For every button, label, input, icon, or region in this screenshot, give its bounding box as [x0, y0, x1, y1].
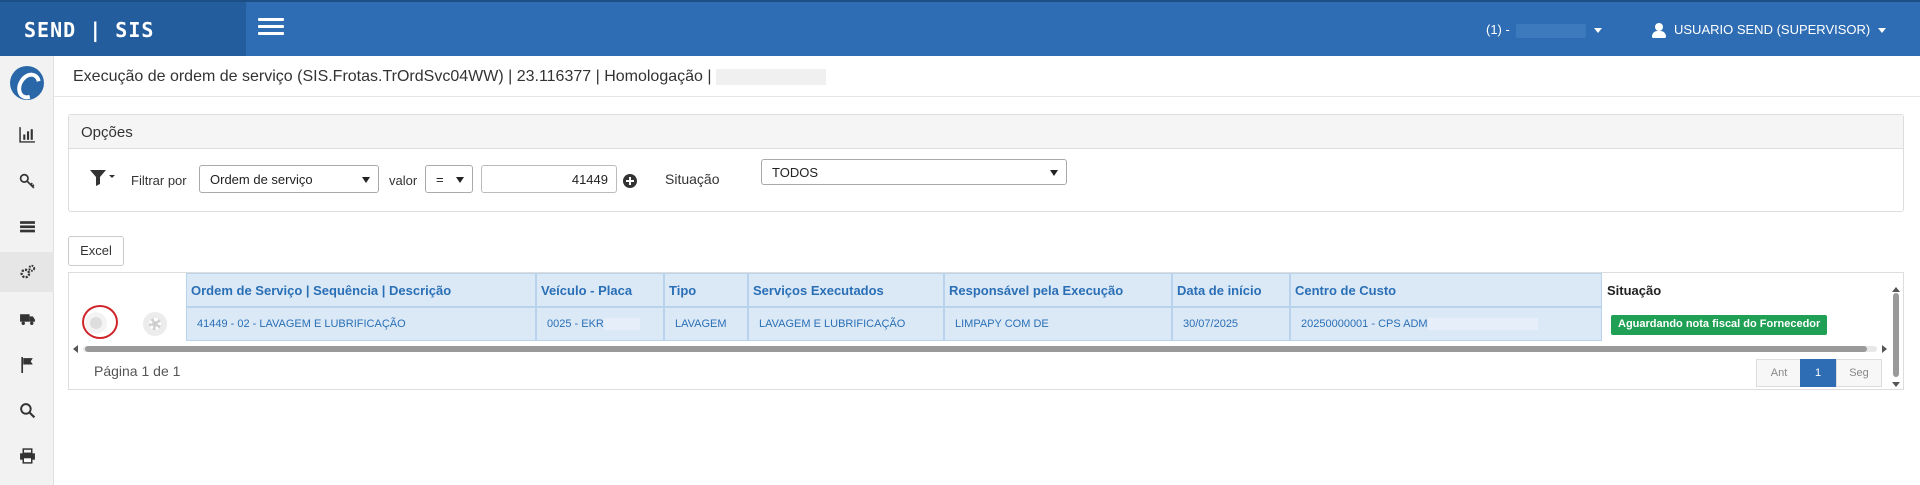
chevron-down-icon	[362, 177, 370, 183]
pager-label: Página 1 de 1	[94, 363, 181, 379]
scroll-down-icon[interactable]	[1892, 382, 1900, 387]
redacted-environment	[715, 68, 826, 85]
filter-field-value: Ordem de serviço	[210, 172, 313, 187]
scroll-thumb[interactable]	[85, 346, 1867, 352]
user-label: USUARIO SEND (SUPERVISOR)	[1674, 22, 1871, 37]
column-header[interactable]: Data de início	[1172, 273, 1290, 307]
actions-header	[69, 273, 186, 307]
print-icon[interactable]	[0, 436, 54, 476]
situation-select[interactable]: TODOS	[761, 159, 1067, 185]
gears-icon[interactable]	[0, 252, 54, 292]
vertical-scrollbar[interactable]	[1891, 287, 1901, 387]
column-header[interactable]: Centro de Custo	[1290, 273, 1602, 307]
column-header[interactable]: Responsável pela Execução	[944, 273, 1172, 307]
next-page-button[interactable]: Seg	[1836, 359, 1882, 387]
excel-export-button[interactable]: Excel	[68, 236, 124, 266]
column-header[interactable]: Ordem de Serviço | Sequência | Descrição	[186, 273, 536, 307]
status-badge: Aguardando nota fiscal do Fornecedor	[1611, 315, 1828, 335]
situation-label: Situação	[665, 171, 720, 187]
previous-page-button[interactable]: Ant	[1756, 359, 1802, 387]
filter-icon[interactable]	[89, 168, 115, 188]
page-title-text: Execução de ordem de serviço (SIS.Frotas…	[73, 68, 712, 85]
chart-icon[interactable]	[0, 114, 54, 154]
menu-toggle-icon[interactable]	[258, 18, 284, 38]
filter-field-select[interactable]: Ordem de serviço	[199, 165, 379, 193]
key-icon[interactable]	[0, 160, 54, 200]
company-label: (1) -	[1486, 22, 1510, 37]
brand-logo[interactable]: SEND | SIS	[0, 2, 246, 56]
scroll-thumb[interactable]	[1893, 293, 1899, 377]
grid-header: Ordem de Serviço | Sequência | Descrição…	[69, 273, 1889, 307]
flag-icon[interactable]	[0, 344, 54, 384]
cell-responsavel: LIMPAPY COM DE	[944, 307, 1172, 341]
scroll-up-icon[interactable]	[1892, 287, 1900, 292]
column-header[interactable]: Tipo	[664, 273, 748, 307]
value-label: valor	[389, 173, 418, 188]
column-header[interactable]: Veículo - Placa	[536, 273, 664, 307]
cell-veiculo: 0025 - EKR	[536, 307, 664, 341]
cell-tipo: LAVAGEM	[664, 307, 748, 341]
cell-data-inicio: 30/07/2025	[1172, 307, 1290, 341]
company-selector[interactable]: (1) -	[1486, 22, 1602, 38]
filter-by-label: Filtrar por	[131, 173, 187, 188]
column-header[interactable]: Situação	[1602, 273, 1887, 307]
divider	[54, 96, 1920, 97]
search-icon[interactable]	[0, 390, 54, 430]
user-menu[interactable]: USUARIO SEND (SUPERVISOR)	[1652, 22, 1887, 39]
list-icon[interactable]	[0, 206, 54, 246]
truck-icon[interactable]	[0, 298, 54, 338]
table-row[interactable]: 41449 - 02 - LAVAGEM E LUBRIFICAÇÃO 0025…	[69, 307, 1889, 341]
options-panel: Opções Filtrar por Ordem de serviço valo…	[68, 114, 1904, 212]
redacted-company	[1515, 23, 1586, 38]
operator-select[interactable]: =	[425, 165, 473, 193]
chevron-down-icon	[1878, 28, 1887, 34]
add-filter-icon[interactable]	[623, 174, 637, 188]
cell-centro-custo: 20250000001 - CPS ADM	[1290, 307, 1602, 341]
cell-servicos: LAVAGEM E LUBRIFICAÇÃO	[748, 307, 944, 341]
chevron-down-icon	[456, 177, 464, 183]
cell-ordem: 41449 - 02 - LAVAGEM E LUBRIFICAÇÃO	[186, 307, 536, 341]
scroll-left-icon[interactable]	[73, 345, 78, 353]
results-grid: Ordem de Serviço | Sequência | Descrição…	[68, 272, 1904, 390]
user-icon	[1652, 23, 1666, 39]
gear-icon[interactable]	[143, 312, 167, 336]
cell-veiculo-text: 0025 - EKR	[547, 318, 604, 330]
column-header[interactable]: Serviços Executados	[748, 273, 944, 307]
options-panel-title: Opções	[69, 115, 1903, 149]
chevron-down-icon	[1050, 170, 1058, 176]
app-logo-icon	[10, 66, 44, 100]
redacted-plate	[603, 318, 640, 331]
operator-value: =	[436, 172, 444, 187]
page-title: Execução de ordem de serviço (SIS.Frotas…	[73, 68, 826, 86]
chevron-down-icon	[1593, 28, 1602, 34]
page-1-button[interactable]: 1	[1800, 359, 1836, 387]
horizontal-scrollbar[interactable]	[73, 343, 1887, 355]
cell-centro-custo-text: 20250000001 - CPS ADM	[1301, 318, 1428, 330]
situation-value: TODOS	[772, 165, 818, 180]
top-bar: SEND | SIS (1) - USUARIO SEND (SUPERVISO…	[0, 0, 1920, 56]
filter-value-input[interactable]: 41449	[481, 165, 617, 193]
redacted-cost-center	[1427, 318, 1538, 331]
sidebar	[0, 56, 54, 485]
highlight-circle	[82, 305, 118, 339]
scroll-right-icon[interactable]	[1882, 345, 1887, 353]
